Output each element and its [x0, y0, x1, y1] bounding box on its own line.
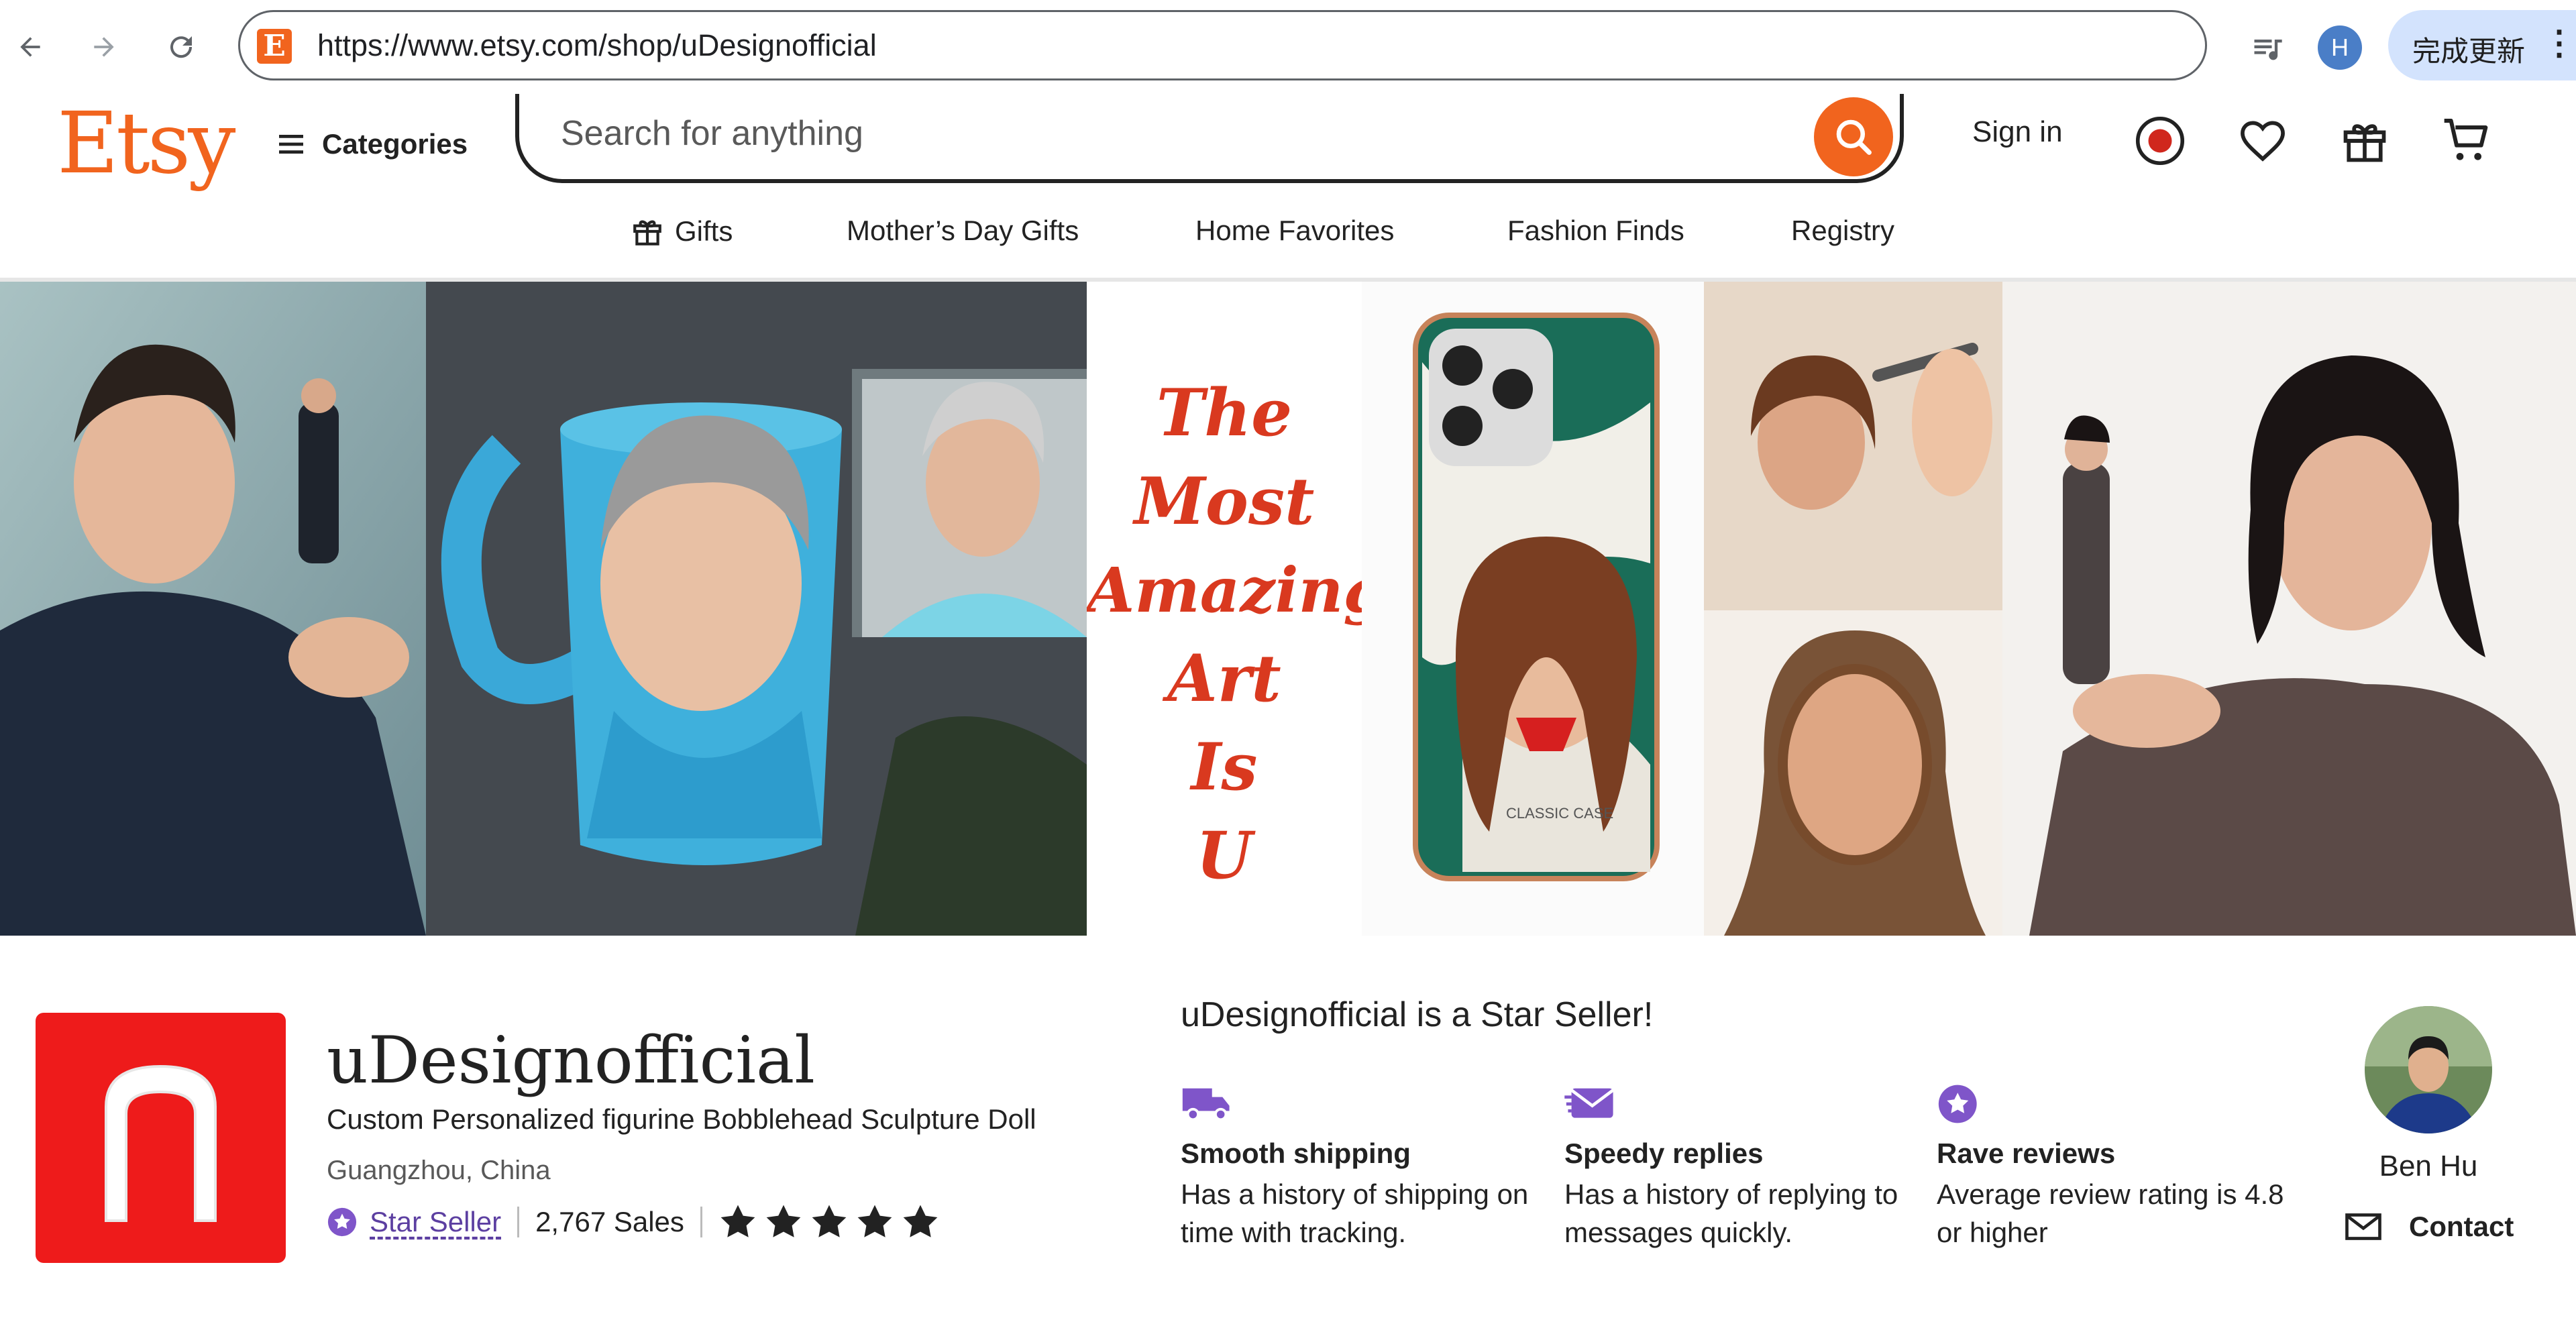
envelope-icon	[2345, 1213, 2381, 1240]
menu-dots-icon: ⋮	[2542, 24, 2576, 62]
divider	[517, 1207, 520, 1237]
divider	[700, 1207, 702, 1237]
forward-arrow-icon	[94, 37, 114, 57]
nav-item-home-favorites[interactable]: Home Favorites	[1195, 215, 1394, 247]
banner-photo-man-with-figurine	[0, 282, 426, 936]
shop-logo	[36, 1013, 286, 1263]
favorites-button[interactable]	[2226, 107, 2300, 174]
record-icon	[2135, 116, 2185, 166]
shop-info: uDesignofficial Custom Personalized figu…	[0, 936, 2576, 1330]
feature-description: Has a history of shipping on time with t…	[1181, 1178, 1529, 1248]
banner-slogan-line: Is	[1191, 729, 1258, 805]
updates-button[interactable]	[2123, 107, 2197, 174]
rating-stars[interactable]	[718, 1203, 940, 1241]
category-nav: Gifts Mother’s Day Gifts Home Favorites …	[0, 208, 2576, 262]
browser-toolbar: E https://www.etsy.com/shop/uDesignoffic…	[0, 0, 2576, 94]
owner-avatar[interactable]	[2365, 1006, 2492, 1133]
search-icon	[1836, 119, 1872, 155]
nav-item-registry[interactable]: Registry	[1791, 215, 1894, 247]
shop-banner: The Most Amazing Art Is U CLASSIC CASE	[0, 282, 2576, 936]
star-seller-badge-icon	[327, 1207, 357, 1237]
shop-tagline: Custom Personalized figurine Bobblehead …	[327, 1103, 1036, 1135]
feature-smooth-shipping: Smooth shipping Has a history of shippin…	[1181, 1083, 1529, 1252]
back-arrow-icon	[20, 37, 40, 57]
etsy-logo[interactable]: Etsy	[57, 94, 235, 192]
nav-item-mothers-day-gifts[interactable]: Mother’s Day Gifts	[847, 215, 1079, 247]
banner-photo-sculpting	[1704, 282, 2002, 936]
heart-icon	[2241, 121, 2285, 162]
cart-icon	[2444, 119, 2488, 160]
star-seller-link[interactable]: Star Seller	[370, 1206, 501, 1238]
feature-speedy-replies: Speedy replies Has a history of replying…	[1564, 1083, 1913, 1252]
phone-case-label: CLASSIC CASE	[1506, 805, 1614, 822]
media-control-button[interactable]	[2241, 21, 2294, 75]
contact-button[interactable]: Contact	[2345, 1211, 2514, 1243]
banner-photo-phone-case: CLASSIC CASE	[1362, 282, 1704, 936]
shop-name: uDesignofficial	[327, 1023, 815, 1098]
star-icon	[812, 1205, 847, 1237]
search-input[interactable]	[559, 113, 1635, 154]
feature-title: Speedy replies	[1564, 1138, 1764, 1169]
star-seller-heading: uDesignofficial is a Star Seller!	[1181, 995, 1654, 1034]
reload-icon	[170, 36, 193, 58]
banner-slogan-line: Amazing	[1087, 554, 1362, 626]
owner-name: Ben Hu	[2379, 1150, 2478, 1182]
star-icon	[766, 1205, 801, 1237]
shop-owner: Ben Hu	[2361, 1006, 2496, 1183]
search-bar	[515, 94, 1904, 183]
feature-title: Smooth shipping	[1181, 1138, 1411, 1169]
banner-photo-portrait-mug	[426, 282, 1087, 936]
categories-button[interactable]: Categories	[275, 117, 468, 171]
cart-button[interactable]	[2430, 107, 2504, 174]
profile-avatar[interactable]: H	[2318, 25, 2362, 70]
sales-count: 2,767 Sales	[535, 1206, 684, 1237]
banner-slogan-line: Art	[1167, 641, 1281, 716]
update-label: 完成更新	[2412, 35, 2526, 68]
feature-rave-reviews: Rave reviews Average review rating is 4.…	[1937, 1083, 2286, 1252]
banner-slogan-line: The	[1156, 375, 1293, 451]
banner-slogan-panel: The Most Amazing Art Is U	[1087, 282, 1362, 936]
address-bar[interactable]: E https://www.etsy.com/shop/uDesignoffic…	[238, 10, 2207, 80]
shop-stats: Star Seller 2,767 Sales	[327, 1202, 940, 1242]
star-icon	[720, 1205, 755, 1237]
gift-icon	[2343, 124, 2386, 162]
update-button[interactable]: 完成更新 ⋮	[2388, 10, 2576, 80]
contact-label: Contact	[2409, 1211, 2514, 1242]
shop-logo-mark-icon	[105, 1064, 217, 1222]
reload-button[interactable]	[154, 20, 208, 74]
star-badge-icon	[1938, 1085, 1977, 1123]
sign-in-link[interactable]: Sign in	[1972, 115, 2063, 149]
categories-label: Categories	[322, 128, 468, 160]
etsy-favicon-icon: E	[257, 29, 292, 64]
back-button[interactable]	[3, 20, 57, 74]
playlist-icon	[2254, 40, 2282, 60]
banner-slogan-line: U	[1196, 818, 1252, 893]
nav-item-label: Gifts	[675, 215, 733, 247]
nav-item-gifts[interactable]: Gifts	[631, 215, 733, 248]
banner-slogan-line: Most	[1134, 463, 1315, 539]
star-icon	[857, 1205, 892, 1237]
feature-description: Average review rating is 4.8 or higher	[1937, 1178, 2284, 1248]
shop-location: Guangzhou, China	[327, 1156, 551, 1185]
search-button[interactable]	[1814, 97, 1893, 176]
url-text[interactable]: https://www.etsy.com/shop/uDesignofficia…	[317, 28, 877, 63]
star-icon	[903, 1205, 938, 1237]
feature-title: Rave reviews	[1937, 1138, 2116, 1169]
truck-icon	[1182, 1088, 1230, 1121]
site-header: Etsy Categories Sign in Gifts Mother’s D…	[0, 94, 2576, 282]
banner-photo-woman-with-figurine	[2002, 282, 2576, 936]
gift-icon	[633, 220, 661, 245]
hamburger-menu-icon	[279, 135, 303, 154]
forward-button[interactable]	[77, 20, 131, 74]
gift-button[interactable]	[2328, 107, 2402, 174]
nav-item-fashion-finds[interactable]: Fashion Finds	[1507, 215, 1684, 247]
envelope-icon	[1564, 1088, 1614, 1118]
feature-description: Has a history of replying to messages qu…	[1564, 1178, 1898, 1248]
